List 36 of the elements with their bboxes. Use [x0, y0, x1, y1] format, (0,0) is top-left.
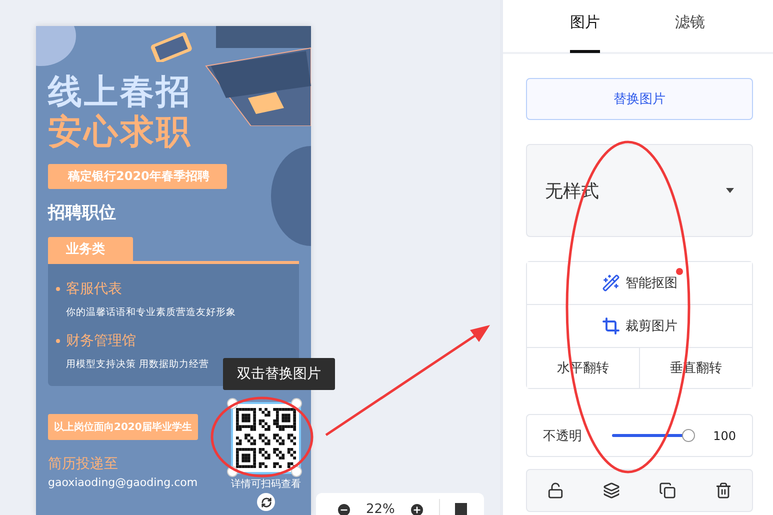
- position-title: 客服代表: [66, 280, 122, 299]
- position-description: 你的温馨话语和专业素质营造友好形象: [65, 306, 236, 320]
- zoom-value: 22%: [366, 502, 395, 515]
- delete-icon[interactable]: [715, 482, 732, 499]
- bullet-icon: [56, 287, 60, 291]
- panel-tab[interactable]: 滤镜: [675, 0, 705, 53]
- zoom-in-icon[interactable]: [408, 502, 425, 515]
- qr-code-drawing: [236, 408, 296, 468]
- contact-title: 简历投递至: [48, 455, 118, 474]
- magic-wand-icon: [602, 274, 620, 292]
- poster-headline: 线上春招: [48, 72, 192, 112]
- email-text: gaoxiaoding@gaoding.com: [48, 476, 198, 489]
- rotate-handle[interactable]: [257, 493, 275, 511]
- position-title: 财务管理馆: [66, 332, 136, 351]
- zoom-out-icon[interactable]: [336, 502, 352, 515]
- position-description: 用模型支持决策 用数据助力经营: [65, 358, 210, 372]
- opacity-value: 100: [713, 428, 736, 442]
- poster-banner: 稿定银行2020年春季招聘: [48, 164, 228, 189]
- replace-image-button[interactable]: 替换图片: [526, 78, 753, 120]
- unlock-icon[interactable]: [546, 482, 564, 499]
- caret-icon: [726, 188, 734, 193]
- layers-icon[interactable]: [602, 482, 620, 499]
- qr-caption: 详情可扫码查看: [231, 478, 301, 491]
- copy-icon[interactable]: [659, 482, 676, 499]
- bullet-icon: [56, 339, 60, 343]
- poster-headline: 安心求职: [48, 112, 192, 152]
- tooltip: 双击替换图片: [223, 358, 335, 390]
- square-icon[interactable]: [454, 502, 468, 515]
- opacity-label: 不透明: [543, 428, 583, 444]
- crop-icon: [602, 317, 620, 335]
- category-tab: 业务类: [48, 237, 133, 261]
- tool-button[interactable]: 智能抠图: [527, 262, 752, 305]
- notice-banner: 以上岗位面向2020届毕业学生: [48, 414, 198, 440]
- slider-thumb[interactable]: [682, 429, 696, 442]
- panel-tab[interactable]: 图片: [570, 0, 600, 53]
- section-title: 招聘职位: [48, 202, 116, 225]
